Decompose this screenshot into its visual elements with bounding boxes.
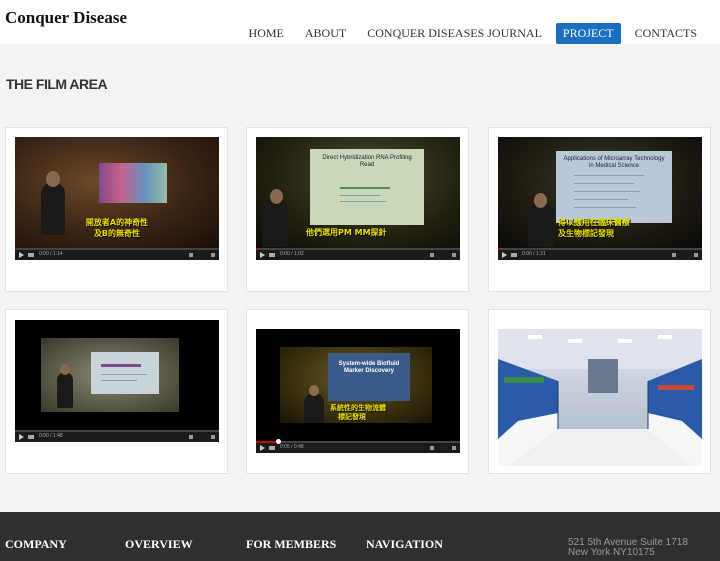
site-header: Conquer Disease HOME ABOUT CONQUER DISEA…: [0, 0, 720, 44]
subtitle-line-2: 及生物標記發現: [558, 229, 614, 238]
play-icon[interactable]: [260, 252, 265, 258]
video-controls: 0:00 / 1:14: [15, 248, 219, 260]
footer-overview[interactable]: OVERVIEW: [125, 537, 193, 552]
film-card: Direct Hybridization RNA Profiling Read …: [246, 127, 469, 292]
progress-bar[interactable]: [256, 248, 258, 250]
footer-address: 521 5th Avenue Suite 1718 New York NY101…: [568, 538, 688, 558]
subtitle-line-1: 得以應用在臨床醫療: [558, 218, 630, 227]
volume-icon[interactable]: [28, 435, 34, 439]
play-icon[interactable]: [19, 252, 24, 258]
progress-bar[interactable]: [256, 441, 278, 443]
play-icon[interactable]: [502, 252, 507, 258]
film-card: 開放者A的神奇性 及B的無奇性 0:00 / 1:14: [5, 127, 228, 292]
video-time: 0:00 / 1:48: [39, 433, 63, 439]
fullscreen-icon[interactable]: [189, 435, 215, 439]
address-line-2: New York NY10175: [568, 547, 655, 558]
volume-icon[interactable]: [269, 446, 275, 450]
fullscreen-icon[interactable]: [672, 253, 698, 257]
fullscreen-icon[interactable]: [430, 253, 456, 257]
presenter-head: [534, 193, 547, 208]
video-time: 0:00 / 1:14: [39, 251, 63, 257]
fullscreen-icon[interactable]: [189, 253, 215, 257]
play-icon[interactable]: [260, 445, 265, 451]
video-player[interactable]: System-wide Biofluid Marker Discovery 系統…: [256, 329, 460, 453]
fullscreen-icon[interactable]: [430, 446, 456, 450]
presenter-head: [309, 385, 319, 396]
slide-screen: [91, 352, 159, 394]
lab-scene-graphic: [498, 329, 702, 466]
nav-about[interactable]: ABOUT: [298, 23, 353, 44]
slide-title: System-wide Biofluid Marker Discovery: [338, 361, 400, 374]
nav-journal[interactable]: CONQUER DISEASES JOURNAL: [360, 23, 549, 44]
film-card: [488, 309, 711, 474]
site-logo[interactable]: Conquer Disease: [5, 8, 127, 28]
presenter: [57, 372, 73, 408]
presenter: [528, 203, 554, 247]
nav-home[interactable]: HOME: [242, 23, 291, 44]
main-nav: HOME ABOUT CONQUER DISEASES JOURNAL PROJ…: [235, 23, 704, 44]
volume-icon[interactable]: [28, 253, 34, 257]
site-footer: COMPANY OVERVIEW FOR MEMBERS NAVIGATION …: [0, 512, 720, 561]
video-player[interactable]: 0:00 / 1:48: [15, 320, 219, 442]
footer-navigation[interactable]: NAVIGATION: [366, 537, 443, 552]
film-card: System-wide Biofluid Marker Discovery 系統…: [246, 309, 469, 474]
slide-screen: Applications of Microarray Technology in…: [556, 151, 672, 223]
presenter-head: [60, 364, 70, 375]
slide-screen: Direct Hybridization RNA Profiling Read: [310, 149, 424, 225]
laboratory-photo[interactable]: [498, 329, 702, 466]
volume-icon[interactable]: [269, 253, 275, 257]
slide-screen: System-wide Biofluid Marker Discovery: [328, 353, 410, 401]
nav-contacts[interactable]: CONTACTS: [628, 23, 704, 44]
video-controls: 0:00 / 1:02: [256, 248, 460, 260]
video-player[interactable]: Applications of Microarray Technology in…: [498, 137, 702, 260]
video-player[interactable]: 開放者A的神奇性 及B的無奇性 0:00 / 1:14: [15, 137, 219, 260]
video-frame: [41, 338, 179, 412]
footer-for-members[interactable]: FOR MEMBERS: [246, 537, 336, 552]
presenter-head: [46, 171, 60, 187]
video-controls: 0:00 / 1:21: [498, 248, 702, 260]
video-player[interactable]: Direct Hybridization RNA Profiling Read …: [256, 137, 460, 260]
film-card: Applications of Microarray Technology in…: [488, 127, 711, 292]
video-frame: System-wide Biofluid Marker Discovery 系統…: [280, 347, 432, 423]
nav-project[interactable]: PROJECT: [555, 23, 621, 44]
video-time: 0:00 / 1:21: [522, 251, 546, 257]
video-controls: 0:00 / 1:48: [15, 430, 219, 442]
footer-company[interactable]: COMPANY: [5, 537, 67, 552]
section-title: THE FILM AREA: [6, 76, 108, 92]
subtitle-line-1: 他們選用PM MM探針: [306, 228, 387, 237]
video-time: 0:05 / 0:48: [280, 444, 304, 450]
progress-bar[interactable]: [15, 248, 17, 250]
subtitle-line-2: 標記發現: [338, 413, 366, 421]
progress-bar[interactable]: [498, 248, 500, 250]
subtitle-line-2: 及B的無奇性: [93, 229, 141, 238]
slide-screen: [99, 163, 167, 203]
slide-title: Applications of Microarray Technology in…: [563, 156, 665, 169]
film-card: 0:00 / 1:48: [5, 309, 228, 474]
presenter: [304, 393, 324, 423]
volume-icon[interactable]: [511, 253, 517, 257]
video-controls: 0:05 / 0:48: [256, 439, 460, 453]
slide-title: Direct Hybridization RNA Profiling Read: [322, 155, 412, 168]
presenter: [262, 199, 288, 247]
video-time: 0:00 / 1:02: [280, 251, 304, 257]
presenter-head: [270, 189, 283, 204]
play-icon[interactable]: [19, 434, 24, 440]
subtitle-line-1: 開放者A的神奇性: [85, 218, 149, 227]
